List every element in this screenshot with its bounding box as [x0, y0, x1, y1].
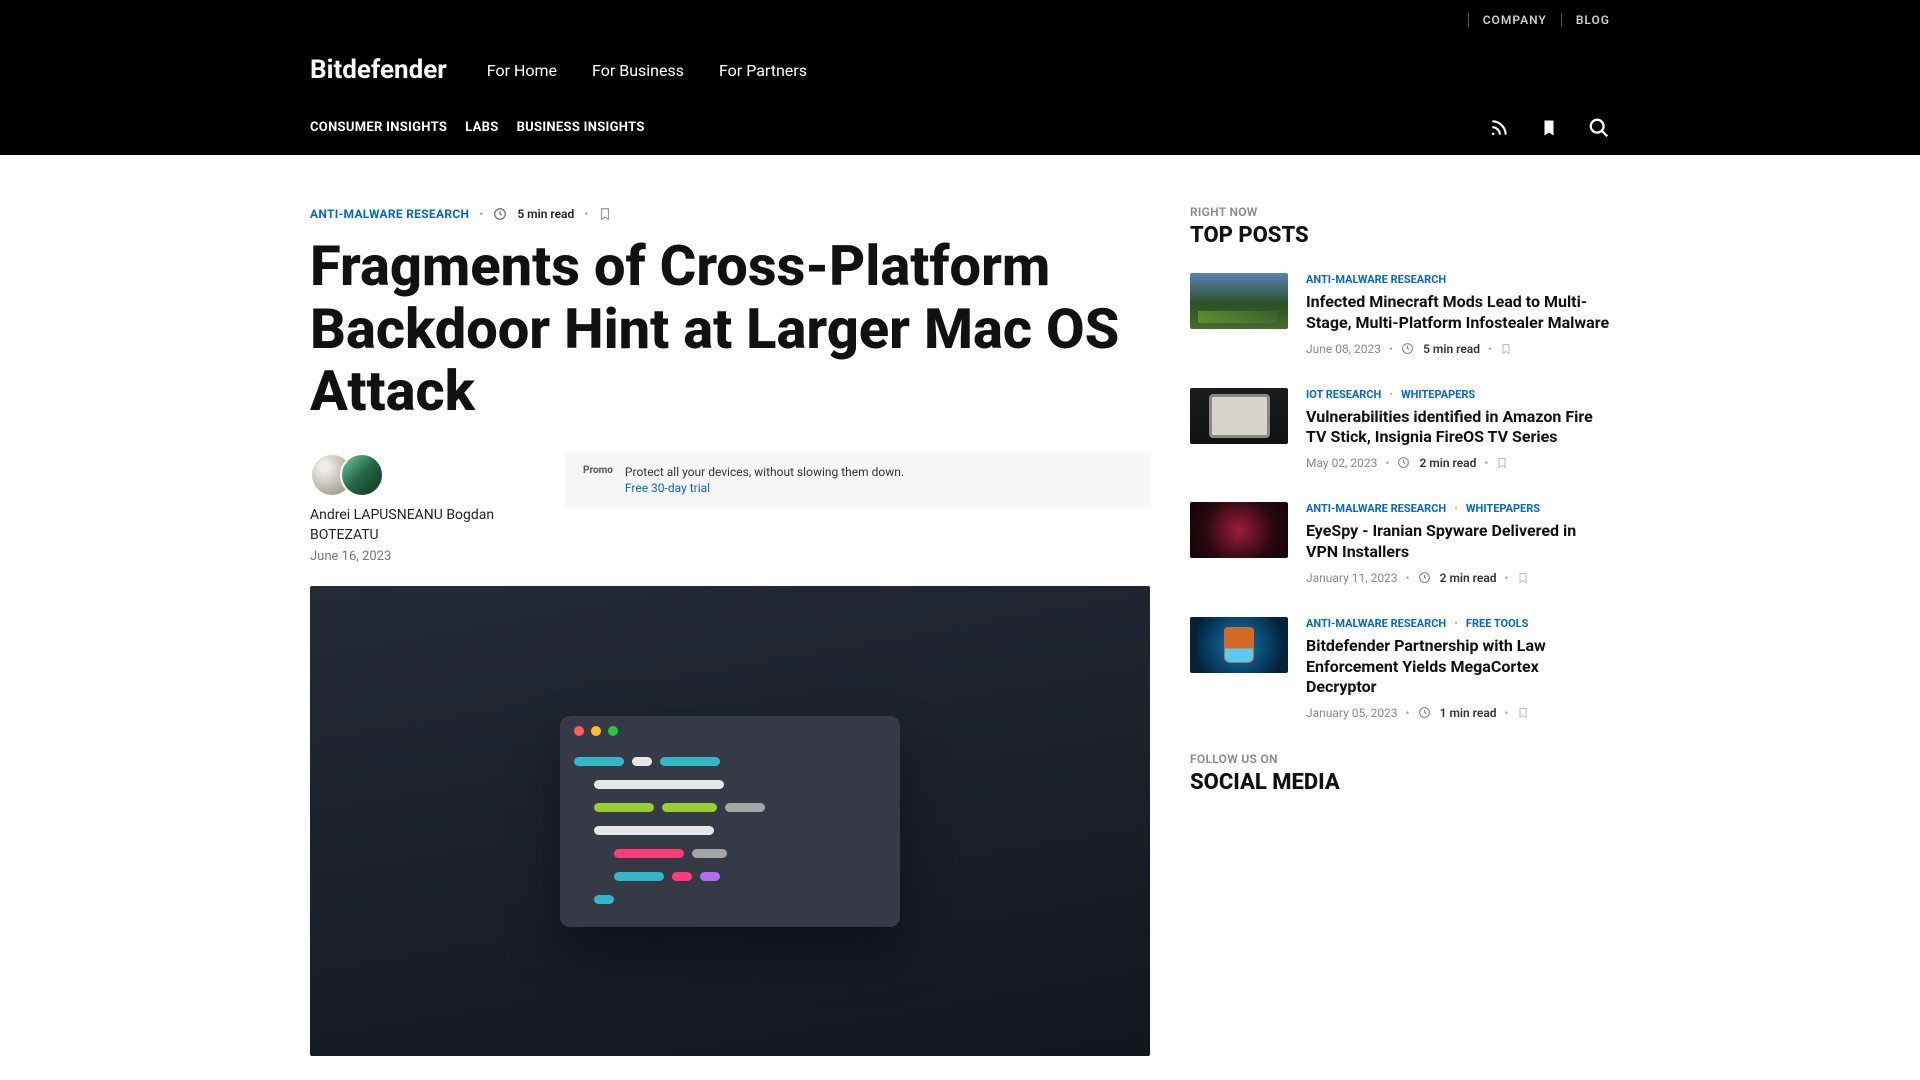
bookmark-icon[interactable]	[1500, 342, 1512, 356]
article-date: June 16, 2023	[310, 549, 540, 564]
post-title[interactable]: Bitdefender Partnership with Law Enforce…	[1306, 636, 1610, 698]
post-thumbnail	[1190, 502, 1288, 558]
meta-separator-dot: •	[584, 207, 588, 221]
clock-icon	[1418, 706, 1432, 720]
bookmarks-icon[interactable]	[1538, 117, 1560, 139]
topbar-company-link[interactable]: COMPANY	[1483, 13, 1547, 27]
meta-separator-dot: •	[479, 207, 483, 221]
nav-for-business[interactable]: For Business	[592, 61, 684, 80]
side-heading-social: SOCIAL MEDIA	[1190, 770, 1610, 795]
clock-icon	[1418, 571, 1432, 585]
post-thumbnail	[1190, 617, 1288, 673]
top-post-item[interactable]: ANTI-MALWARE RESEARCH • WHITEPAPERS EyeS…	[1190, 502, 1610, 585]
brand-logo-text: Bitdefender	[310, 55, 447, 85]
post-category[interactable]: ANTI-MALWARE RESEARCH	[1306, 502, 1446, 515]
cat-labs[interactable]: LABS	[465, 120, 498, 135]
nav-for-partners[interactable]: For Partners	[719, 61, 807, 80]
side-heading-top-posts: TOP POSTS	[1190, 223, 1610, 248]
promo-banner[interactable]: Promo Protect all your devices, without …	[565, 453, 1150, 507]
terminal-illustration	[560, 716, 900, 927]
promo-text: Protect all your devices, without slowin…	[625, 465, 904, 479]
post-title[interactable]: EyeSpy - Iranian Spyware Delivered in VP…	[1306, 521, 1610, 563]
post-thumbnail	[1190, 388, 1288, 444]
post-read-time: 2 min read	[1419, 456, 1476, 470]
nav-for-home[interactable]: For Home	[487, 61, 557, 80]
post-title[interactable]: Vulnerabilities identified in Amazon Fir…	[1306, 407, 1610, 449]
side-kicker-right-now: RIGHT NOW	[1190, 205, 1610, 219]
promo-link[interactable]: Free 30-day trial	[625, 481, 904, 495]
post-read-time: 5 min read	[1423, 342, 1480, 356]
article-hero-image	[310, 586, 1150, 1056]
promo-tag: Promo	[583, 465, 613, 476]
post-date: May 02, 2023	[1306, 456, 1377, 470]
article-read-time: 5 min read	[517, 207, 574, 221]
post-category[interactable]: WHITEPAPERS	[1466, 502, 1540, 515]
article-title: Fragments of Cross-Platform Backdoor Hin…	[310, 235, 1130, 423]
bookmark-icon[interactable]	[1517, 706, 1529, 720]
post-date: June 08, 2023	[1306, 342, 1381, 356]
bookmark-icon[interactable]	[1496, 456, 1508, 470]
avatar[interactable]	[340, 453, 384, 497]
post-date: January 05, 2023	[1306, 706, 1398, 720]
author-names[interactable]: Andrei LAPUSNEANU Bogdan BOTEZATU	[310, 506, 540, 545]
post-title[interactable]: Infected Minecraft Mods Lead to Multi-St…	[1306, 292, 1610, 334]
clock-icon	[1401, 342, 1415, 356]
post-thumbnail	[1190, 273, 1288, 329]
post-read-time: 2 min read	[1440, 571, 1497, 585]
author-avatars	[310, 453, 540, 497]
rss-icon[interactable]	[1488, 117, 1510, 139]
post-category[interactable]: FREE TOOLS	[1466, 617, 1528, 630]
post-category[interactable]: ANTI-MALWARE RESEARCH	[1306, 273, 1446, 286]
bookmark-icon[interactable]	[1517, 571, 1529, 585]
clock-icon	[493, 207, 507, 221]
top-post-item[interactable]: IOT RESEARCH • WHITEPAPERS Vulnerabiliti…	[1190, 388, 1610, 471]
cat-consumer-insights[interactable]: CONSUMER INSIGHTS	[310, 120, 447, 135]
topbar-blog-link[interactable]: BLOG	[1576, 13, 1610, 27]
top-post-item[interactable]: ANTI-MALWARE RESEARCH • FREE TOOLS Bitde…	[1190, 617, 1610, 720]
cat-business-insights[interactable]: BUSINESS INSIGHTS	[517, 120, 645, 135]
top-post-item[interactable]: ANTI-MALWARE RESEARCH Infected Minecraft…	[1190, 273, 1610, 356]
bookmark-icon[interactable]	[598, 205, 612, 223]
post-category[interactable]: IOT RESEARCH	[1306, 388, 1381, 401]
post-category[interactable]: WHITEPAPERS	[1401, 388, 1475, 401]
clock-icon	[1397, 456, 1411, 470]
search-icon[interactable]	[1588, 117, 1610, 139]
post-date: January 11, 2023	[1306, 571, 1398, 585]
post-read-time: 1 min read	[1440, 706, 1497, 720]
article-category-link[interactable]: ANTI-MALWARE RESEARCH	[310, 207, 469, 221]
side-kicker-follow: FOLLOW US ON	[1190, 752, 1610, 766]
post-category[interactable]: ANTI-MALWARE RESEARCH	[1306, 617, 1446, 630]
brand-logo[interactable]: Bitdefender	[310, 55, 447, 85]
